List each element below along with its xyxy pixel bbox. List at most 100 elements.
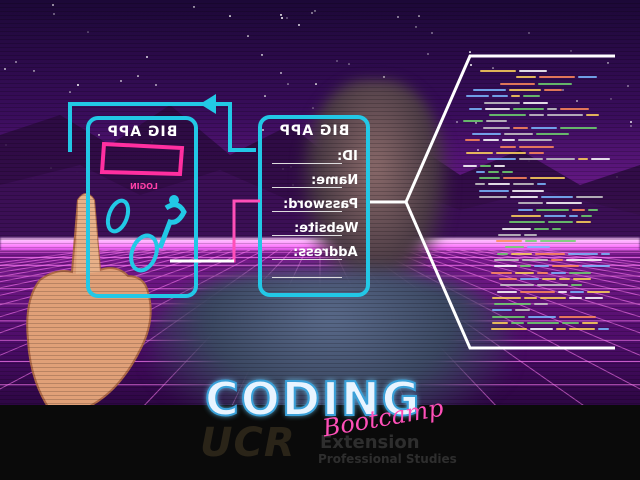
code-token bbox=[534, 265, 549, 268]
code-token bbox=[551, 259, 563, 261]
star bbox=[86, 31, 89, 34]
code-token bbox=[587, 208, 598, 211]
field-name: Name: bbox=[310, 173, 358, 188]
code-token bbox=[521, 259, 548, 261]
star bbox=[286, 17, 289, 20]
code-token bbox=[547, 107, 558, 110]
code-token bbox=[491, 296, 521, 299]
code-token bbox=[536, 183, 547, 186]
code-token bbox=[551, 265, 580, 268]
code-token bbox=[551, 271, 566, 274]
code-token bbox=[523, 101, 548, 104]
code-token bbox=[524, 240, 538, 243]
code-token bbox=[483, 101, 521, 104]
code-token bbox=[516, 76, 536, 79]
code-token bbox=[527, 322, 560, 324]
code-token bbox=[487, 170, 500, 173]
code-token bbox=[533, 227, 549, 230]
code-token bbox=[518, 70, 547, 72]
code-token bbox=[479, 189, 509, 192]
code-token bbox=[546, 114, 584, 117]
code-token bbox=[538, 76, 576, 79]
code-token bbox=[475, 170, 485, 173]
star bbox=[155, 84, 158, 87]
code-token bbox=[544, 88, 562, 91]
field-password-line bbox=[272, 211, 342, 212]
field-password: Password: bbox=[282, 197, 358, 212]
code-token bbox=[518, 139, 553, 142]
code-token bbox=[478, 196, 508, 198]
code-token bbox=[572, 208, 585, 211]
code-token bbox=[548, 221, 573, 224]
code-token bbox=[600, 252, 610, 255]
code-token bbox=[568, 252, 598, 255]
code-token bbox=[473, 88, 507, 91]
code-token bbox=[502, 177, 528, 180]
star bbox=[52, 3, 55, 6]
star bbox=[146, 56, 149, 59]
field-extra-line bbox=[272, 277, 342, 278]
code-token bbox=[555, 328, 567, 331]
star bbox=[247, 34, 250, 37]
star bbox=[314, 9, 317, 12]
code-token bbox=[491, 328, 528, 331]
field-id: ID: bbox=[337, 149, 358, 164]
login-label: LOGIN bbox=[130, 182, 158, 191]
form-card: BIG APP ID: Name: Password: Website: Add… bbox=[258, 115, 370, 297]
code-token bbox=[501, 227, 531, 230]
code-token bbox=[479, 164, 491, 167]
code-token bbox=[518, 158, 543, 161]
code-token bbox=[501, 139, 516, 142]
code-token bbox=[560, 126, 597, 129]
code-token bbox=[511, 95, 520, 98]
code-token bbox=[536, 271, 549, 274]
code-token bbox=[492, 309, 513, 312]
code-token bbox=[528, 114, 544, 117]
star bbox=[396, 16, 399, 19]
code-token bbox=[536, 284, 568, 287]
code-token bbox=[537, 82, 572, 85]
star bbox=[280, 16, 283, 19]
star bbox=[261, 54, 264, 57]
code-token bbox=[575, 221, 592, 224]
code-listing bbox=[440, 70, 620, 340]
code-token bbox=[499, 82, 535, 85]
code-token bbox=[491, 315, 526, 318]
code-token bbox=[560, 107, 589, 110]
code-token bbox=[540, 240, 576, 243]
star bbox=[15, 61, 18, 64]
code-token bbox=[513, 126, 529, 129]
code-token bbox=[496, 252, 508, 255]
star bbox=[415, 25, 418, 28]
code-token bbox=[509, 88, 542, 91]
code-token bbox=[502, 170, 513, 173]
code-token bbox=[518, 202, 544, 205]
code-token bbox=[471, 133, 501, 135]
code-token bbox=[496, 151, 527, 154]
code-token bbox=[497, 233, 522, 236]
code-token bbox=[474, 183, 486, 186]
code-token bbox=[489, 114, 526, 117]
code-token bbox=[488, 183, 511, 186]
code-token bbox=[523, 296, 538, 299]
code-token bbox=[511, 189, 545, 192]
code-token bbox=[578, 158, 588, 161]
code-token bbox=[558, 277, 570, 280]
code-token bbox=[541, 277, 556, 280]
star bbox=[310, 12, 313, 15]
star bbox=[52, 12, 55, 15]
star bbox=[4, 68, 7, 71]
star bbox=[193, 5, 196, 8]
code-token bbox=[513, 107, 545, 110]
code-token bbox=[515, 309, 530, 312]
code-token bbox=[520, 265, 532, 268]
code-token bbox=[597, 328, 610, 331]
code-token bbox=[572, 277, 592, 280]
code-token bbox=[513, 183, 534, 186]
field-website: Website: bbox=[293, 221, 358, 236]
code-token bbox=[562, 322, 579, 324]
code-token bbox=[496, 240, 522, 243]
code-token bbox=[510, 252, 533, 255]
code-token bbox=[535, 208, 570, 211]
code-token bbox=[569, 328, 595, 331]
